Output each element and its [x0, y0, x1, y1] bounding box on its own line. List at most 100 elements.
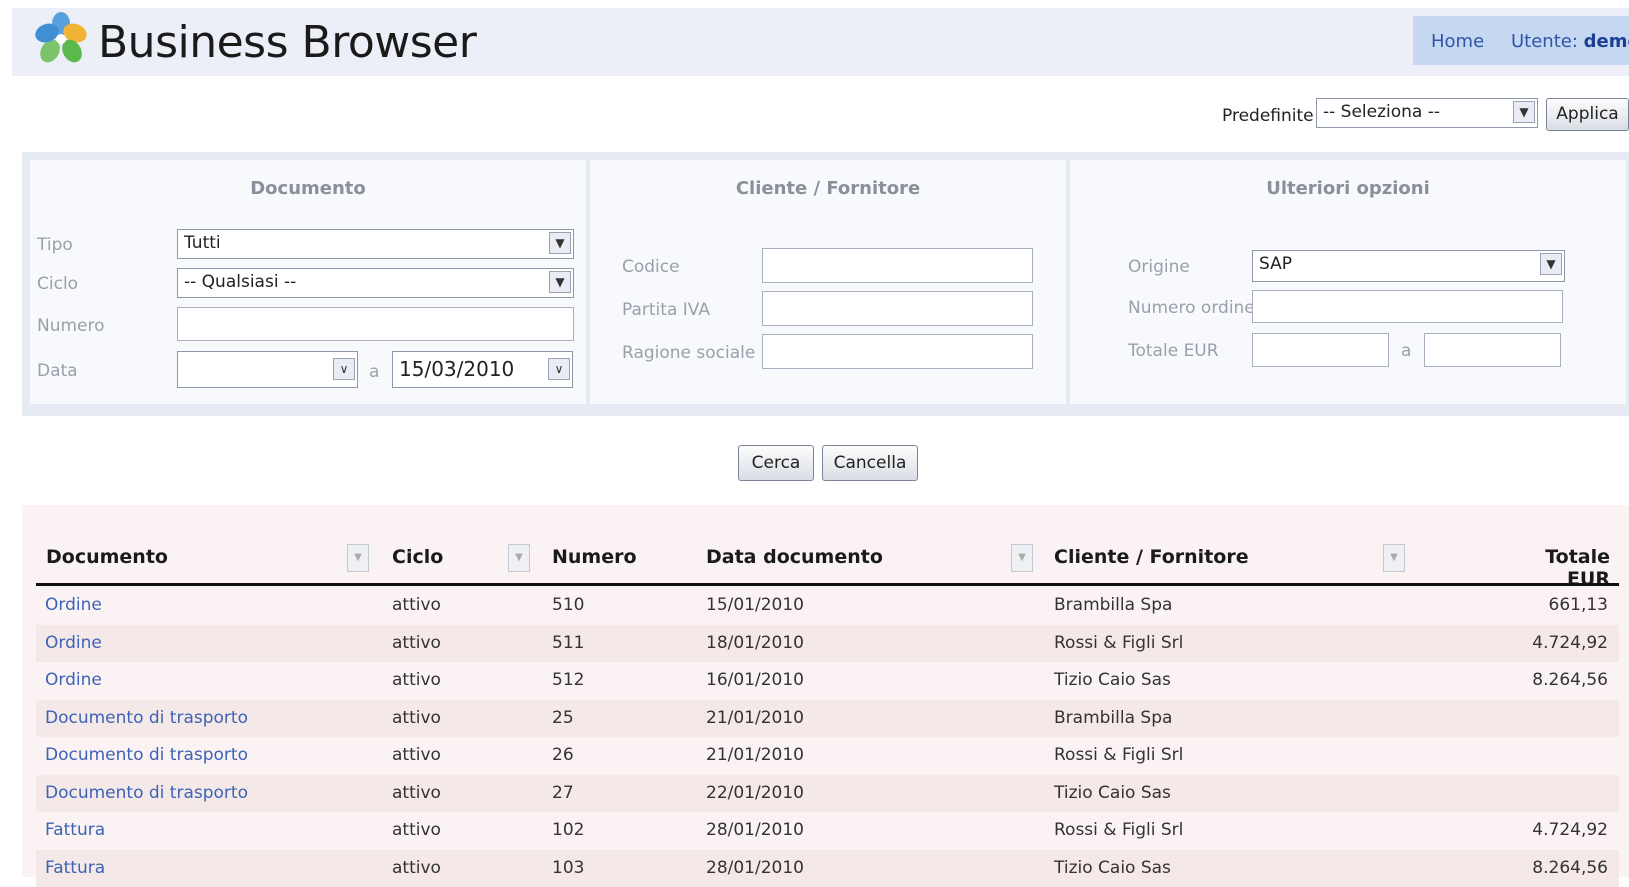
- cell-data: 16/01/2010: [706, 670, 804, 690]
- cell-ciclo: attivo: [392, 632, 441, 653]
- column-filter-icon[interactable]: ▼: [1011, 544, 1033, 572]
- home-link[interactable]: Home: [1431, 31, 1484, 52]
- cell-numero: 102: [552, 820, 585, 840]
- cell-numero: 26: [552, 745, 574, 765]
- cell-documento[interactable]: Ordine: [45, 670, 102, 690]
- cell-cliente: Rossi & Figli Srl: [1054, 632, 1184, 653]
- cell-documento[interactable]: Documento di trasporto: [45, 708, 248, 728]
- chevron-down-icon[interactable]: ∨: [333, 358, 355, 380]
- column-header-documento[interactable]: Documento: [46, 546, 168, 568]
- partita-iva-input[interactable]: [762, 291, 1033, 326]
- origine-value: SAP: [1259, 254, 1292, 274]
- partita-iva-label: Partita IVA: [622, 300, 710, 320]
- cell-totale: 4.724,92: [1532, 632, 1608, 653]
- codice-label: Codice: [622, 257, 680, 277]
- date-separator: a: [369, 362, 380, 382]
- chevron-down-icon[interactable]: ▼: [549, 271, 571, 293]
- table-row: Ordine attivo 512 16/01/2010 Tizio Caio Sas 8…: [36, 662, 1619, 699]
- opzioni-heading: Ulteriori opzioni: [1266, 178, 1430, 199]
- numero-ordine-label: Numero ordine: [1128, 298, 1255, 318]
- cell-data: 18/01/2010: [706, 632, 804, 653]
- apply-button[interactable]: Applica: [1546, 98, 1629, 131]
- tipo-value: Tutti: [184, 233, 221, 253]
- column-header-cliente[interactable]: Cliente / Fornitore: [1054, 546, 1249, 568]
- cell-ciclo: attivo: [392, 595, 441, 615]
- cell-ciclo: attivo: [392, 670, 441, 690]
- table-row: Fattura attivo 103 28/01/2010 Tizio Caio Sas…: [36, 849, 1619, 887]
- chevron-down-icon[interactable]: ▼: [1540, 253, 1562, 275]
- cancel-button[interactable]: Cancella: [822, 445, 918, 481]
- totale-from-input[interactable]: [1252, 333, 1389, 367]
- column-header-numero[interactable]: Numero: [552, 546, 637, 568]
- cell-ciclo: attivo: [392, 745, 441, 765]
- numero-ordine-input[interactable]: [1252, 290, 1563, 323]
- cell-documento[interactable]: Documento di trasporto: [45, 783, 248, 803]
- cell-cliente: Tizio Caio Sas: [1054, 670, 1171, 690]
- cell-documento[interactable]: Ordine: [45, 595, 102, 615]
- cell-data: 28/01/2010: [706, 820, 804, 840]
- column-filter-icon[interactable]: ▼: [508, 544, 530, 572]
- ciclo-label: Ciclo: [37, 274, 79, 294]
- chevron-down-icon[interactable]: ∨: [548, 358, 570, 380]
- numero-label: Numero: [37, 316, 105, 336]
- column-header-data-documento[interactable]: Data documento: [706, 546, 883, 568]
- user-info: Utente: demo: [1511, 31, 1629, 52]
- date-to-value: 15/03/2010: [399, 357, 515, 381]
- cell-documento[interactable]: Fattura: [45, 858, 105, 878]
- preset-select[interactable]: -- Seleziona -- ▼: [1316, 98, 1538, 128]
- cell-cliente: Tizio Caio Sas: [1054, 857, 1171, 878]
- column-filter-icon[interactable]: ▼: [1383, 544, 1405, 572]
- cell-totale: 4.724,92: [1532, 820, 1608, 840]
- preset-label: Predefinite: [1222, 106, 1314, 126]
- cell-numero: 103: [552, 857, 585, 878]
- column-header-ciclo[interactable]: Ciclo: [392, 546, 443, 568]
- tipo-select[interactable]: Tutti ▼: [177, 229, 574, 259]
- cell-ciclo: attivo: [392, 820, 441, 840]
- ragione-sociale-label: Ragione sociale: [622, 343, 756, 363]
- cell-data: 21/01/2010: [706, 745, 804, 765]
- ciclo-value: -- Qualsiasi --: [184, 272, 297, 292]
- origine-label: Origine: [1128, 257, 1190, 277]
- search-button[interactable]: Cerca: [738, 445, 814, 481]
- table-row: Documento di trasporto attivo 26 21/01/2010…: [36, 737, 1619, 774]
- cliente-heading: Cliente / Fornitore: [735, 178, 921, 199]
- cell-documento[interactable]: Documento di trasporto: [45, 745, 248, 765]
- cell-data: 15/01/2010: [706, 595, 804, 615]
- user-name: demo: [1583, 31, 1629, 52]
- chevron-down-icon[interactable]: ▼: [549, 232, 571, 254]
- app-title: Business Browser: [98, 17, 477, 68]
- user-label: Utente:: [1511, 31, 1578, 52]
- table-row: Fattura attivo 102 28/01/2010 Rossi & Figli …: [36, 812, 1619, 849]
- column-filter-icon[interactable]: ▼: [347, 544, 369, 572]
- documento-heading: Documento: [250, 178, 366, 199]
- codice-input[interactable]: [762, 248, 1033, 283]
- cell-numero: 511: [552, 632, 585, 653]
- preset-select-value: -- Seleziona --: [1323, 102, 1441, 122]
- totale-to-input[interactable]: [1424, 333, 1561, 367]
- numero-input[interactable]: [177, 307, 574, 341]
- table-row: Ordine attivo 510 15/01/2010 Brambilla Spa 66…: [36, 587, 1619, 624]
- cell-documento[interactable]: Fattura: [45, 820, 105, 840]
- cell-cliente: Tizio Caio Sas: [1054, 782, 1171, 803]
- date-from-select[interactable]: ∨: [177, 351, 358, 388]
- totale-label: Totale EUR: [1128, 341, 1219, 361]
- cell-totale: 8.264,56: [1532, 670, 1608, 690]
- date-to-select[interactable]: 15/03/2010 ∨: [392, 351, 573, 388]
- ciclo-select[interactable]: -- Qualsiasi -- ▼: [177, 268, 574, 298]
- table-row: Documento di trasporto attivo 25 21/01/2010…: [36, 699, 1619, 737]
- cell-ciclo: attivo: [392, 707, 441, 728]
- cell-cliente: Rossi & Figli Srl: [1054, 820, 1184, 840]
- cell-numero: 25: [552, 707, 574, 728]
- cell-numero: 27: [552, 782, 574, 803]
- origine-select[interactable]: SAP ▼: [1252, 250, 1565, 282]
- cell-cliente: Rossi & Figli Srl: [1054, 745, 1184, 765]
- cell-cliente: Brambilla Spa: [1054, 707, 1173, 728]
- cell-numero: 510: [552, 595, 585, 615]
- flower-logo-icon: [34, 11, 88, 67]
- cell-totale: 8.264,56: [1532, 857, 1608, 878]
- cell-totale: 661,13: [1548, 595, 1608, 615]
- cell-documento[interactable]: Ordine: [45, 633, 102, 653]
- chevron-down-icon[interactable]: ▼: [1513, 101, 1535, 123]
- cell-data: 22/01/2010: [706, 782, 804, 803]
- ragione-sociale-input[interactable]: [762, 334, 1033, 369]
